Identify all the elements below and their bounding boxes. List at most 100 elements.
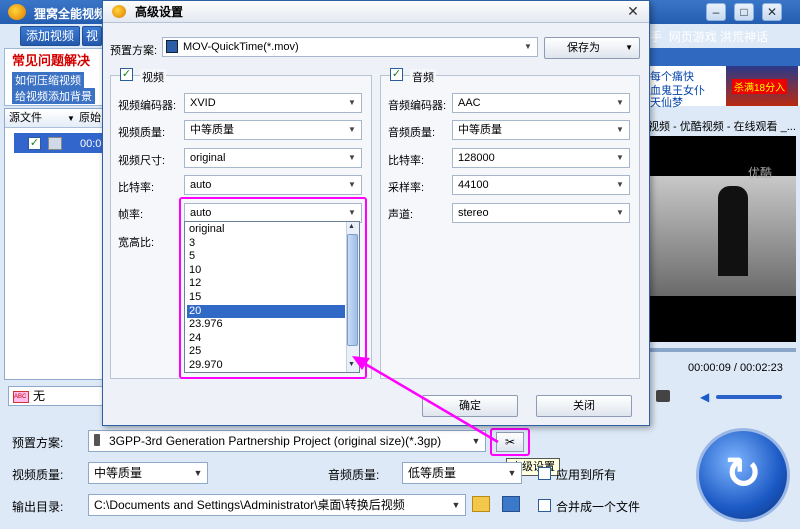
chevron-down-icon: ▼ xyxy=(507,468,517,478)
merge-label: 合并成一个文件 xyxy=(556,500,641,514)
video-encoder-select[interactable]: XVID ▼ xyxy=(184,93,362,113)
dialog-app-icon xyxy=(112,5,126,18)
file-list-header: 源文件 ▼ 原始 xyxy=(5,110,103,128)
col-original[interactable]: 原始 xyxy=(79,110,101,127)
volume-slider[interactable] xyxy=(716,395,782,399)
dialog-close-icon[interactable]: ✕ xyxy=(624,3,642,19)
video-bitrate-value: auto xyxy=(190,179,212,191)
dialog-preset-value: MOV-QuickTime(*.mov) xyxy=(183,41,299,53)
preset-value: 3GPP-3rd Generation Partnership Project … xyxy=(109,434,442,448)
maximize-icon[interactable]: □ xyxy=(734,3,754,21)
video-figure xyxy=(718,186,748,276)
playback-progress[interactable] xyxy=(648,348,796,352)
ad-banner[interactable]: 杀满18分入 xyxy=(726,66,798,106)
audio-bitrate-select[interactable]: 128000 ▼ xyxy=(452,148,630,168)
framerate-highlight xyxy=(179,197,367,379)
samplerate-value: 44100 xyxy=(458,179,489,191)
output-path-value: C:\Documents and Settings\Administrator\… xyxy=(94,498,405,512)
faq-link-compress[interactable]: 如何压缩视频 xyxy=(12,72,84,88)
chevron-down-icon: ▼ xyxy=(193,468,203,478)
audio-quality-dlg-value: 中等质量 xyxy=(458,124,502,136)
snapshot-icon[interactable] xyxy=(656,390,670,402)
audio-bitrate-value: 128000 xyxy=(458,152,495,164)
ad-area[interactable]: 每个痛快 血鬼王女仆 天仙梦 杀满18分入 xyxy=(644,66,800,109)
framerate-label: 帧率: xyxy=(118,209,144,221)
chevron-down-icon: ▼ xyxy=(348,125,356,134)
output-label: 输出目录: xyxy=(12,500,64,514)
dialog-preset-label: 预置方案: xyxy=(110,45,158,57)
edit-video-button[interactable]: 视 xyxy=(82,26,102,46)
dialog-title-bar: 高级设置 xyxy=(103,1,649,23)
top-link-1[interactable]: 手 xyxy=(650,30,662,44)
col-source[interactable]: 源文件 xyxy=(9,110,42,127)
video-quality-dlg-select[interactable]: 中等质量 ▼ xyxy=(184,120,362,140)
volume-icon[interactable]: ◀ xyxy=(700,390,709,404)
ok-button[interactable]: 确定 xyxy=(422,395,518,417)
convert-button[interactable]: ↻ xyxy=(696,428,790,522)
preset-select[interactable]: 3GPP-3rd Generation Partnership Project … xyxy=(88,430,486,452)
time-current: 00:00:09 xyxy=(688,362,731,374)
subtitle-select[interactable]: ABC 无 xyxy=(8,386,104,406)
output-path-select[interactable]: C:\Documents and Settings\Administrator\… xyxy=(88,494,466,516)
add-video-button[interactable]: 添加视频 xyxy=(20,26,80,46)
video-size-select[interactable]: original ▼ xyxy=(184,148,362,168)
video-quality-select[interactable]: 中等质量 ▼ xyxy=(88,462,208,484)
dialog-close-button[interactable]: 关闭 xyxy=(536,395,632,417)
video-quality-dlg-value: 中等质量 xyxy=(190,124,234,136)
chevron-down-icon: ▼ xyxy=(616,208,624,217)
open-folder-icon[interactable] xyxy=(472,496,490,512)
video-enable-checkbox[interactable]: ✓ xyxy=(120,68,133,81)
apply-all-checkbox[interactable] xyxy=(538,467,551,480)
top-links: 手 网页游戏 洪荒神话 xyxy=(650,28,768,45)
chevron-down-icon: ▼ xyxy=(616,153,624,162)
audio-group-label: 音频 xyxy=(410,69,436,85)
channels-label: 声道: xyxy=(388,209,414,221)
video-title: 视频 - 优酷视频 - 在线观看 _... xyxy=(648,121,796,133)
close-icon[interactable]: ✕ xyxy=(762,3,782,21)
ad-text-3[interactable]: 天仙梦 xyxy=(650,94,683,110)
audio-encoder-select[interactable]: AAC ▼ xyxy=(452,93,630,113)
mov-icon xyxy=(166,40,178,53)
video-quality-dlg-label: 视频质量: xyxy=(118,127,166,139)
video-bitrate-label: 比特率: xyxy=(118,182,155,194)
video-quality-value: 中等质量 xyxy=(94,466,143,480)
chevron-down-icon: ▼ xyxy=(348,153,356,162)
apply-all-label: 应用到所有 xyxy=(556,468,617,482)
save-as-button[interactable]: 保存为 ▼ xyxy=(544,37,640,59)
audio-quality-dlg-label: 音频质量: xyxy=(388,127,436,139)
audio-quality-select[interactable]: 低等质量 ▼ xyxy=(402,462,522,484)
merge-checkbox[interactable] xyxy=(538,499,551,512)
dialog-preset-select[interactable]: MOV-QuickTime(*.mov) ▼ xyxy=(162,37,538,57)
faq-link-background[interactable]: 给视频添加背景 xyxy=(12,88,95,104)
video-encoder-label: 视频编码器: xyxy=(118,100,177,112)
chevron-down-icon: ▼ xyxy=(471,436,481,446)
playback-time: 00:00:09 / 00:02:23 xyxy=(688,362,783,374)
time-total: 00:02:23 xyxy=(740,362,783,374)
top-link-3[interactable]: 洪荒神话 xyxy=(720,30,768,44)
channels-select[interactable]: stereo ▼ xyxy=(452,203,630,223)
video-group-label: 视频 xyxy=(140,69,166,85)
audio-quality-dlg-select[interactable]: 中等质量 ▼ xyxy=(452,120,630,140)
top-link-2[interactable]: 网页游戏 xyxy=(669,30,717,44)
channels-value: stereo xyxy=(458,207,489,219)
file-row-checkbox[interactable]: ✓ xyxy=(28,137,41,150)
audio-enable-checkbox[interactable]: ✓ xyxy=(390,68,403,81)
samplerate-select[interactable]: 44100 ▼ xyxy=(452,175,630,195)
subtitle-value: 无 xyxy=(33,389,46,403)
advanced-settings-button[interactable]: ✂ xyxy=(496,432,524,452)
ad-banner-text: 杀满18分入 xyxy=(732,79,788,94)
preset-label: 预置方案: xyxy=(12,436,64,450)
app-logo-icon xyxy=(8,4,26,20)
chevron-down-icon: ▼ xyxy=(348,98,356,107)
chevron-down-icon: ▼ xyxy=(616,98,624,107)
audio-encoder-value: AAC xyxy=(458,97,481,109)
browse-folder-icon[interactable] xyxy=(502,496,520,512)
video-bitrate-select[interactable]: auto ▼ xyxy=(184,175,362,195)
audio-quality-value: 低等质量 xyxy=(408,466,457,480)
faq-title: 常见问题解决 xyxy=(12,53,91,68)
file-row-time: 00:0 xyxy=(80,138,102,150)
video-preview[interactable]: 优酷 xyxy=(648,136,796,342)
minimize-icon[interactable]: – xyxy=(706,3,726,21)
audio-bitrate-label: 比特率: xyxy=(388,155,425,167)
samplerate-label: 采样率: xyxy=(388,182,425,194)
